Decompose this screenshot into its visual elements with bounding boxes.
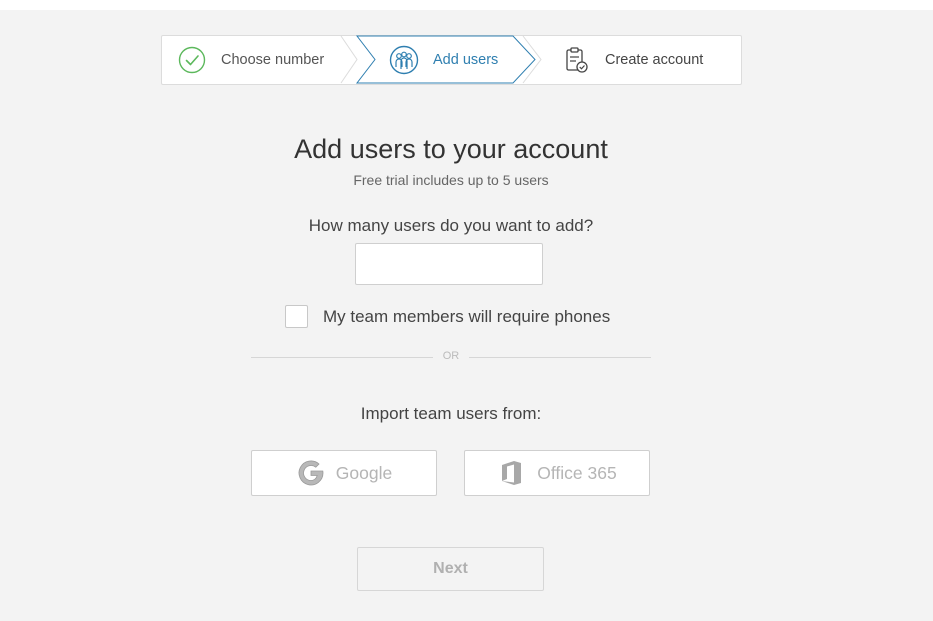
- divider-line-right: [469, 357, 651, 358]
- users-count-question: How many users do you want to add?: [308, 216, 594, 235]
- page-title: Add users to your account: [294, 134, 608, 164]
- users-group-icon: [389, 45, 419, 75]
- office-button-label: Office 365: [537, 462, 617, 483]
- google-icon: [296, 458, 326, 488]
- step-add-users[interactable]: Add users: [389, 35, 498, 84]
- require-phones-label[interactable]: My team members will require phones: [323, 307, 610, 327]
- page-background: Choose number Add users Create account A…: [0, 10, 933, 621]
- step-label: Add users: [433, 51, 499, 68]
- next-button[interactable]: Next: [357, 547, 544, 591]
- or-divider: OR: [251, 350, 651, 366]
- require-phones-row[interactable]: My team members will require phones: [285, 304, 610, 329]
- step-label: Create account: [605, 51, 704, 68]
- page-subtitle: Free trial includes up to 5 users: [353, 172, 549, 188]
- step-label: Choose number: [221, 51, 325, 68]
- google-button-label: Google: [335, 462, 393, 483]
- clipboard-check-icon: [561, 45, 591, 75]
- divider-line-left: [251, 357, 433, 358]
- office-icon: [497, 458, 527, 488]
- users-count-input[interactable]: [355, 243, 543, 285]
- import-office365-button[interactable]: Office 365: [464, 450, 650, 496]
- progress-stepper: Choose number Add users Create account: [161, 35, 742, 85]
- import-label: Import team users from:: [360, 404, 542, 423]
- divider-text: OR: [442, 350, 460, 362]
- step-create-account[interactable]: Create account: [561, 35, 703, 84]
- check-circle-icon: [177, 45, 207, 75]
- import-google-button[interactable]: Google: [251, 450, 437, 496]
- step-choose-number[interactable]: Choose number: [177, 35, 324, 84]
- require-phones-checkbox[interactable]: [285, 305, 308, 328]
